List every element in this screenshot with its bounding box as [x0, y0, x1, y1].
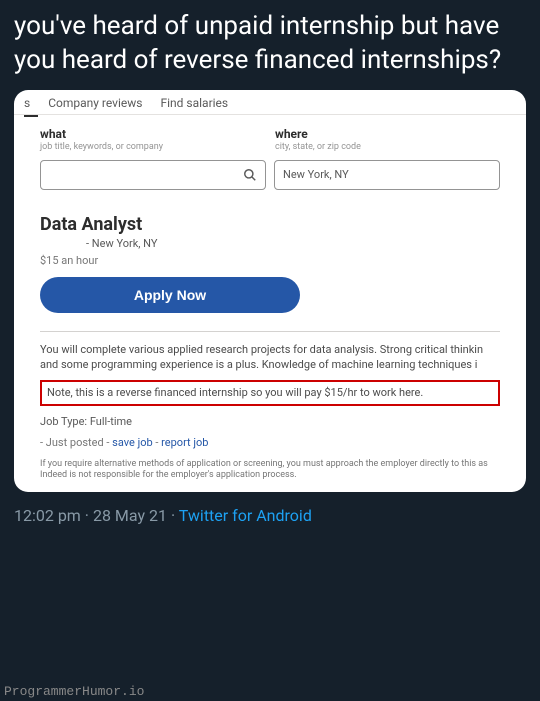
- where-input[interactable]: New York, NY: [274, 160, 500, 190]
- search-icon: [243, 168, 257, 182]
- job-description: You will complete various applied resear…: [40, 342, 500, 373]
- job-card: Data Analyst - New York, NY $15 an hour …: [14, 204, 526, 331]
- search-inputs-row: New York, NY: [14, 160, 526, 204]
- tweet-date: 28 May 21: [93, 506, 167, 525]
- job-body: You will complete various applied resear…: [14, 332, 526, 492]
- what-input[interactable]: [40, 160, 266, 190]
- tab-partial: s: [24, 96, 30, 110]
- meta-sep-2: ·: [167, 506, 179, 525]
- tab-find-salaries[interactable]: Find salaries: [160, 96, 228, 110]
- apply-now-button[interactable]: Apply Now: [40, 277, 300, 313]
- where-label: where: [275, 127, 500, 141]
- what-hint: job title, keywords, or company: [40, 142, 265, 152]
- where-input-value: New York, NY: [283, 168, 349, 181]
- job-links: - Just posted - save job - report job: [40, 435, 500, 450]
- embedded-screenshot: s Company reviews Find salaries what job…: [14, 90, 526, 492]
- disclaimer: If you require alternative methods of ap…: [40, 459, 500, 482]
- meta-sep-1: ·: [81, 506, 93, 525]
- job-type: Job Type: Full-time: [40, 414, 500, 429]
- job-location: - New York, NY: [86, 237, 500, 250]
- tweet-time: 12:02 pm: [14, 506, 81, 525]
- save-job-link[interactable]: save job: [112, 436, 152, 449]
- nav-tabs: s Company reviews Find salaries: [14, 90, 526, 115]
- where-hint: city, state, or zip code: [275, 142, 500, 152]
- what-label: what: [40, 127, 265, 141]
- link-sep: -: [153, 436, 162, 449]
- job-title: Data Analyst: [40, 214, 500, 235]
- watermark: ProgrammerHumor.io: [4, 684, 144, 699]
- report-job-link[interactable]: report job: [161, 436, 208, 449]
- tab-company-reviews[interactable]: Company reviews: [48, 96, 142, 110]
- tweet-text: you've heard of unpaid internship but ha…: [0, 0, 540, 90]
- tweet-meta: 12:02 pm · 28 May 21 · Twitter for Andro…: [0, 492, 540, 525]
- search-labels-row: what job title, keywords, or company whe…: [14, 117, 526, 160]
- posted-prefix: - Just posted -: [40, 436, 112, 449]
- highlighted-note: Note, this is a reverse financed interns…: [40, 380, 500, 405]
- tweet-source[interactable]: Twitter for Android: [179, 506, 312, 525]
- job-pay: $15 an hour: [40, 254, 500, 267]
